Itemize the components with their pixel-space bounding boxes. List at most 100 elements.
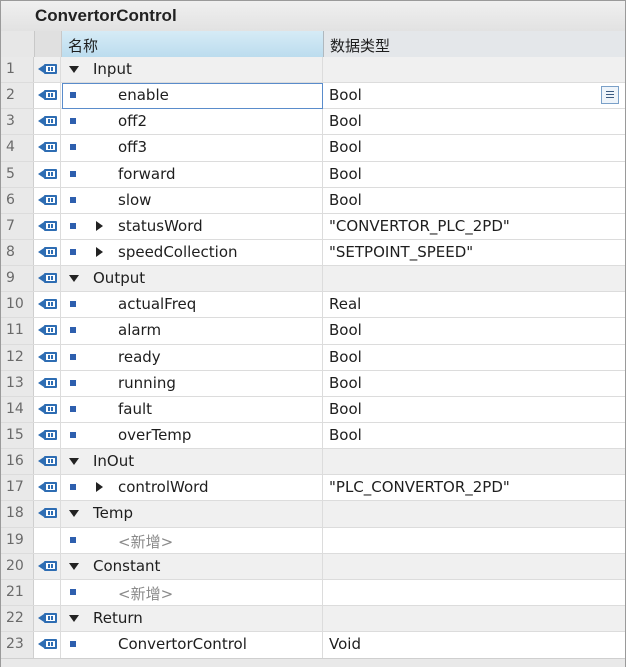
type-cell[interactable]: "SETPOINT_SPEED"	[324, 240, 625, 265]
row-number[interactable]: 19	[1, 527, 34, 553]
name-cell[interactable]: Input	[62, 57, 323, 83]
row-number[interactable]: 10	[1, 292, 34, 318]
row-number[interactable]: 15	[1, 422, 34, 449]
name-cell[interactable]: overTemp	[62, 422, 323, 449]
name-cell[interactable]: fault	[62, 396, 323, 422]
row-number[interactable]: 18	[1, 501, 34, 527]
row-number-header[interactable]	[1, 31, 35, 57]
name-cell[interactable]: forward	[62, 161, 323, 187]
row-number[interactable]: 21	[1, 579, 34, 605]
table-row[interactable]: 4 off3 Bool	[1, 135, 625, 162]
type-cell[interactable]	[324, 554, 625, 579]
table-row[interactable]: 8 speedCollection "SETPOINT_SPEED"	[1, 239, 625, 267]
table-row[interactable]: 20 Constant	[1, 553, 625, 580]
table-row[interactable]: 12 ready Bool	[1, 344, 625, 371]
table-row[interactable]: 23 ConvertorControl Void	[1, 632, 625, 659]
table-row[interactable]: 11 alarm Bool	[1, 318, 625, 345]
name-cell[interactable]: <新增>	[62, 579, 323, 605]
table-row[interactable]: 6 slow Bool	[1, 187, 625, 214]
name-cell[interactable]: Constant	[62, 553, 323, 579]
name-cell[interactable]: controlWord	[62, 475, 323, 501]
table-row[interactable]: 13 running Bool	[1, 370, 625, 397]
type-column-header[interactable]: 数据类型	[324, 31, 625, 57]
name-cell[interactable]: Return	[62, 605, 323, 632]
type-cell[interactable]: Bool	[324, 109, 625, 134]
type-cell[interactable]: Bool	[324, 162, 625, 187]
type-cell[interactable]: Bool	[324, 188, 625, 213]
collapse-arrow-icon[interactable]	[69, 66, 79, 73]
row-number[interactable]: 5	[1, 161, 34, 187]
table-row[interactable]: 5 forward Bool	[1, 161, 625, 188]
name-cell[interactable]: ready	[62, 344, 323, 370]
table-row[interactable]: 19 <新增>	[1, 527, 625, 554]
type-picker-button-icon[interactable]	[601, 86, 619, 105]
collapse-arrow-icon[interactable]	[69, 614, 79, 622]
add-new-placeholder[interactable]: <新增>	[118, 583, 173, 604]
name-cell[interactable]: speedCollection	[62, 239, 323, 266]
type-cell[interactable]: Bool	[324, 423, 625, 448]
expand-arrow-icon[interactable]	[96, 482, 103, 493]
type-cell[interactable]: "CONVERTOR_PLC_2PD"	[324, 214, 625, 239]
type-cell[interactable]: Bool	[324, 345, 625, 370]
table-row[interactable]: 17 controlWord "PLC_CONVERTOR_2PD"	[1, 475, 625, 502]
table-row[interactable]: 14 fault Bool	[1, 396, 625, 423]
row-number[interactable]: 23	[1, 632, 34, 659]
row-number[interactable]: 1	[1, 57, 34, 83]
row-number[interactable]: 7	[1, 213, 34, 239]
type-cell[interactable]	[324, 606, 625, 631]
name-cell[interactable]: InOut	[62, 449, 323, 475]
collapse-arrow-icon[interactable]	[69, 510, 79, 518]
row-number[interactable]: 20	[1, 553, 34, 579]
table-row[interactable]: 2 enable Bool	[1, 83, 625, 110]
name-edit-field[interactable]	[62, 83, 323, 110]
row-number[interactable]: 22	[1, 605, 34, 632]
name-cell[interactable]: slow	[62, 187, 323, 213]
collapse-arrow-icon[interactable]	[69, 562, 79, 570]
table-row[interactable]: 10 actualFreq Real	[1, 292, 625, 319]
table-row[interactable]: 7 statusWord "CONVERTOR_PLC_2PD"	[1, 213, 625, 240]
table-row[interactable]: 16 InOut	[1, 449, 625, 476]
name-cell[interactable]: Output	[62, 266, 323, 292]
name-cell[interactable]: enable	[62, 83, 323, 110]
table-row[interactable]: 15 overTemp Bool	[1, 422, 625, 450]
name-cell[interactable]: ConvertorControl	[62, 632, 323, 659]
row-number[interactable]: 14	[1, 396, 34, 422]
name-cell[interactable]: alarm	[62, 318, 323, 344]
type-cell[interactable]: "PLC_CONVERTOR_2PD"	[324, 475, 625, 500]
table-row[interactable]: 1 Input	[1, 57, 625, 84]
row-number[interactable]: 16	[1, 449, 34, 475]
icon-column-header[interactable]	[35, 31, 62, 57]
row-number[interactable]: 12	[1, 344, 34, 370]
name-column-header[interactable]: 名称	[62, 31, 324, 57]
table-row[interactable]: 18 Temp	[1, 501, 625, 528]
type-cell[interactable]: Bool	[324, 83, 625, 108]
row-number[interactable]: 6	[1, 187, 34, 213]
type-cell[interactable]: Bool	[324, 371, 625, 396]
type-cell[interactable]: Bool	[324, 397, 625, 422]
table-row[interactable]: 22 Return	[1, 605, 625, 633]
table-row[interactable]: 21 <新增>	[1, 579, 625, 606]
type-cell[interactable]	[324, 580, 625, 605]
type-cell[interactable]	[324, 57, 625, 82]
row-number[interactable]: 3	[1, 109, 34, 135]
name-cell[interactable]: <新增>	[62, 527, 323, 553]
add-new-placeholder[interactable]: <新增>	[118, 531, 173, 552]
row-number[interactable]: 2	[1, 83, 34, 109]
type-cell[interactable]	[324, 266, 625, 291]
collapse-arrow-icon[interactable]	[69, 275, 79, 283]
type-cell[interactable]: Void	[324, 632, 625, 658]
type-cell[interactable]: Real	[324, 292, 625, 317]
type-cell[interactable]	[324, 449, 625, 474]
type-cell[interactable]: Bool	[324, 135, 625, 160]
name-cell[interactable]: statusWord	[62, 213, 323, 239]
type-cell[interactable]	[324, 528, 625, 553]
type-cell[interactable]	[324, 501, 625, 526]
name-cell[interactable]: off3	[62, 135, 323, 161]
row-number[interactable]: 13	[1, 370, 34, 396]
row-number[interactable]: 8	[1, 239, 34, 266]
name-cell[interactable]: Temp	[62, 501, 323, 527]
table-row[interactable]: 9 Output	[1, 266, 625, 293]
row-number[interactable]: 9	[1, 266, 34, 292]
row-number[interactable]: 4	[1, 135, 34, 161]
row-number[interactable]: 17	[1, 475, 34, 501]
